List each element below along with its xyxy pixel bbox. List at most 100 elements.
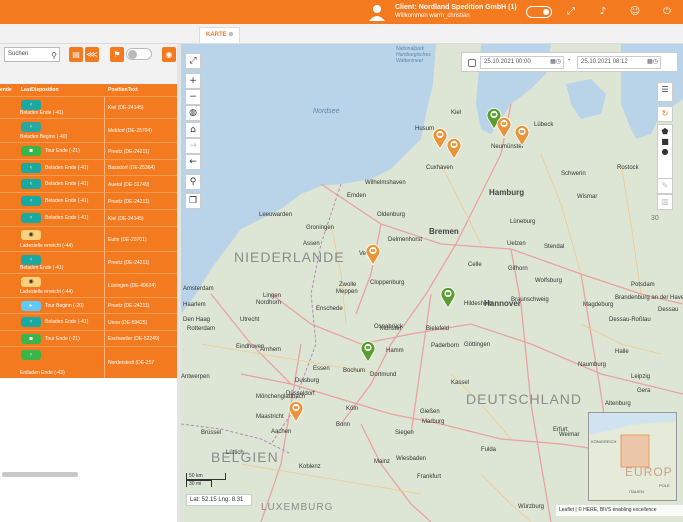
tab-karte[interactable]: KARTE ⊗ (199, 27, 241, 43)
column-separator (104, 347, 105, 378)
position-text: Bassdorf (DE-25364) (108, 165, 155, 171)
table-row[interactable]: ◉ Ladestelle erreicht (-44) Lüningen (DE-4… (0, 273, 177, 297)
vehicle-marker-icon[interactable] (288, 400, 304, 422)
vehicle-marker-icon[interactable] (360, 340, 376, 362)
city-label: Lüneburg (510, 219, 536, 225)
power-icon[interactable]: ⏻ (660, 5, 674, 19)
refresh-map-icon[interactable]: ↻ (657, 106, 673, 122)
status-icon[interactable]: › (21, 350, 41, 360)
position-text: Eschweiler (DE-52249) (108, 336, 160, 342)
col-header-ende[interactable]: ende (0, 87, 12, 93)
city-label: Dessau (658, 307, 679, 313)
zoom-out-button[interactable]: − (185, 89, 201, 105)
table-row[interactable]: ‹ Beladen Ende (-41) Kiel (DE-24145) (0, 209, 177, 226)
table-row[interactable]: ◉ Ladestelle erreicht (-44) Eutin (DE-2370… (0, 226, 177, 251)
overview-minimap[interactable]: KÖNIGREICH POLE ITALIEN EUROP (588, 412, 677, 501)
table-row[interactable]: ‹ Beladen Ende (-41) Bassdorf (DE-25364) (0, 159, 177, 175)
calendar-icon[interactable]: ▦◷ (550, 57, 561, 68)
square-icon[interactable]: ■ (661, 137, 669, 146)
expand-icon[interactable]: ⤢ (564, 5, 578, 19)
table-row[interactable]: ‹ Beladen Ende (-41) Kiel (DE-24145) (0, 96, 177, 118)
city-label: Kiel (451, 110, 462, 116)
city-label: Marburg (422, 419, 445, 425)
table-row[interactable]: ▸ Tour Beginn (-20) Preetz (DE-24211) (0, 297, 177, 313)
status-icon[interactable]: ▸ (21, 301, 41, 311)
search-map-button[interactable]: ⚲ (185, 174, 201, 190)
status-icon[interactable]: ‹ (21, 196, 41, 206)
date-filter-checkbox[interactable] (468, 59, 476, 67)
forward-button[interactable]: → (185, 138, 201, 154)
table-row[interactable]: › Entladen Ende (-43) Norderstedt (DE-257 (0, 346, 177, 378)
list-toggle[interactable] (126, 48, 152, 60)
close-tab-icon[interactable]: ⊗ (228, 32, 233, 38)
city-label: Dortmund (370, 372, 397, 378)
city-label: Lingen (263, 293, 282, 299)
position-text: Auetal (DE-31749) (108, 181, 150, 188)
status-icon[interactable]: ◉ (21, 277, 41, 287)
map-attribution: Leaflet | © HERE, BIVS enabling excellen… (556, 505, 683, 516)
table-row[interactable]: ‹ Beladen Ende (-41) Unna (DE-59425) (0, 313, 177, 330)
vehicle-marker-icon[interactable] (514, 124, 530, 146)
date-from-input[interactable]: 25.10.2021 00:00 ▦◷ (480, 56, 564, 69)
layers-icon[interactable]: ☰ (657, 82, 673, 102)
user-icon[interactable] (368, 3, 386, 21)
city-label: Lüttich (226, 450, 244, 456)
status-icon[interactable]: ‹ (21, 163, 41, 173)
users-icon[interactable]: ☺ (628, 5, 642, 19)
table-row[interactable]: ▪ Tour Ende (-21) Preetz (DE-24211) (0, 142, 177, 159)
status-icon[interactable]: ‹ (21, 213, 41, 223)
column-separator (104, 193, 105, 209)
table-row[interactable]: ▪ Tour Ende (-21) Eschweiler (DE-52249) (0, 330, 177, 346)
bell-icon[interactable]: ♪ (596, 5, 610, 19)
refresh-button[interactable]: ◉ (162, 47, 176, 62)
vehicle-marker-icon[interactable] (365, 243, 381, 265)
status-icon[interactable]: ▪ (21, 334, 41, 344)
home-button[interactable]: ⌂ (185, 122, 201, 138)
horizontal-scrollbar[interactable] (2, 472, 78, 477)
trash-icon[interactable]: ▥ (657, 194, 673, 210)
col-header-positiontext[interactable]: PositionText (108, 87, 138, 93)
status-text: Entladen Ende (-43) (20, 370, 65, 376)
status-text: Beladen Ende (-41) (45, 215, 89, 221)
date-separator: - (568, 57, 571, 64)
status-icon[interactable]: ▪ (21, 146, 41, 156)
status-text: Ladestelle erreicht (-44) (20, 289, 73, 295)
draw-tools[interactable]: ⬟ ■ ● (657, 124, 673, 184)
status-icon[interactable]: ‹ (21, 179, 41, 189)
location-button[interactable]: ⚑ (110, 47, 124, 62)
table-row[interactable]: ‹ Beladen Ende (-41) Auetal (DE-31749) (0, 175, 177, 192)
status-icon[interactable]: ‹ (21, 255, 41, 265)
share-button[interactable]: ⋘ (85, 47, 99, 62)
vehicle-marker-icon[interactable] (446, 137, 462, 159)
table-row[interactable]: ‹ Beladen Ende (-41) Preetz (DE-24211) (0, 251, 177, 273)
back-button[interactable]: ← (185, 154, 201, 170)
col-header-lastdisposition[interactable]: LastDisposition (21, 87, 59, 93)
status-icon[interactable]: ‹ (21, 100, 41, 110)
client-name: Client: Nordland Spedition GmbH (1) (395, 4, 517, 11)
header-toggle[interactable] (526, 6, 552, 18)
vehicle-marker-icon[interactable] (440, 286, 456, 308)
city-label: Uelzen (507, 241, 526, 247)
city-label: Assen (303, 241, 320, 247)
zoom-in-button[interactable]: + (185, 73, 201, 89)
fullscreen-button[interactable]: ⤢ (185, 53, 201, 69)
status-icon[interactable]: ‹ (21, 317, 41, 327)
welcome-text: Willkommen warm_christian (395, 13, 470, 19)
polygon-icon[interactable]: ⬟ (662, 127, 669, 136)
table-row[interactable]: › Beladen Beginn (-40) Meldorf (DE-25704) (0, 118, 177, 142)
top-bar: Client: Nordland Spedition GmbH (1) Will… (0, 0, 683, 24)
status-icon[interactable]: ◉ (21, 230, 41, 240)
table-row[interactable]: ‹ Beladen Ende (-41) Preetz (DE-24211) (0, 192, 177, 209)
circle-icon[interactable]: ● (662, 147, 669, 156)
city-label: Stendal (544, 244, 565, 250)
city-label: Wolfsburg (535, 278, 562, 284)
date-to-input[interactable]: 25.10.2021 08:12 ▦◷ (577, 56, 661, 69)
status-icon[interactable]: › (21, 122, 41, 132)
table-view-button[interactable]: ▤ (69, 47, 83, 62)
vehicle-marker-icon[interactable] (496, 116, 512, 138)
calendar-icon[interactable]: ▦◷ (647, 57, 658, 68)
book-icon[interactable]: ❐ (185, 193, 201, 209)
search-input[interactable]: Suchen ⚲ (4, 47, 60, 62)
globe-button[interactable]: ◍ (185, 105, 201, 121)
edit-icon[interactable]: ✎ (657, 178, 673, 194)
